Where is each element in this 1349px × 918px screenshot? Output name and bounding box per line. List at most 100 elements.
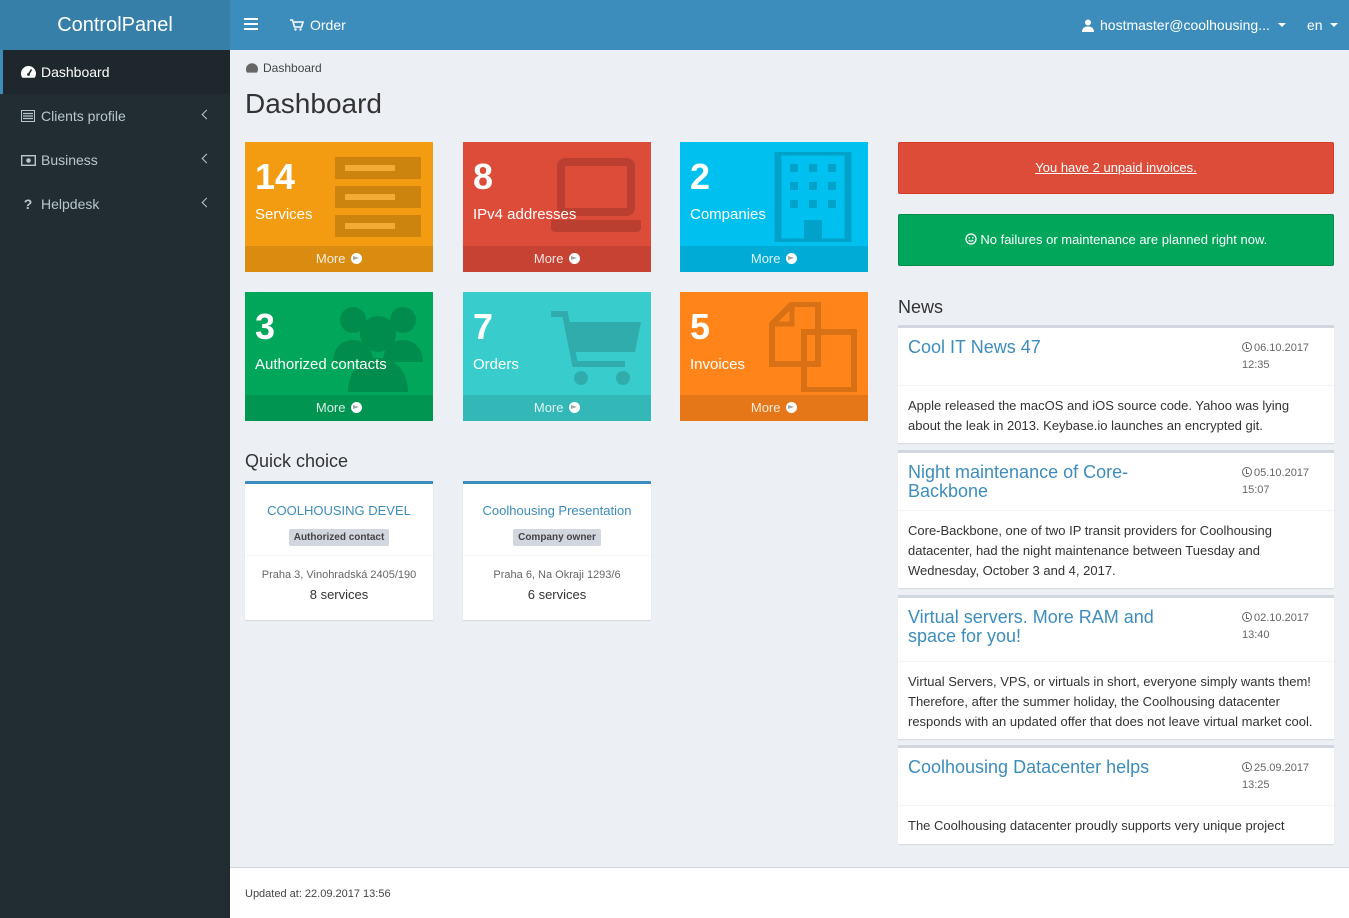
order-link[interactable]: Order	[290, 0, 346, 50]
stat-value: 14	[255, 156, 296, 197]
app-logo[interactable]: ControlPanel	[0, 0, 230, 50]
news-item: Night maintenance of Core-Backbone 05.10…	[898, 450, 1334, 588]
more-link[interactable]: More	[680, 395, 868, 421]
sidebar-item-label: Dashboard	[41, 64, 110, 80]
news-item-text: Core-Backbone, one of two IP transit pro…	[908, 523, 1272, 578]
laptop-icon	[551, 158, 641, 232]
stat-value: 2	[690, 156, 711, 197]
sidebar-item-helpdesk[interactable]: ? Helpdesk	[0, 182, 230, 226]
breadcrumb-item[interactable]: Dashboard	[263, 61, 322, 75]
news-date-value: 02.10.2017	[1254, 612, 1310, 624]
services-count: 6 services	[527, 587, 587, 602]
news-date: 06.10.2017 12:35	[1242, 340, 1309, 374]
sidebar-item-label: Clients profile	[41, 108, 126, 124]
dashboard-icon	[246, 63, 258, 73]
stat-value: 3	[255, 306, 276, 347]
status-alert: No failures or maintenance are planned r…	[898, 214, 1334, 266]
more-label: More	[750, 251, 781, 266]
sidebar-item-dashboard[interactable]: Dashboard	[0, 50, 230, 94]
company-name[interactable]: COOLHOUSING DEVEL	[245, 503, 433, 518]
news-item-text: Apple released the macOS and iOS source …	[908, 398, 1290, 433]
footer-updated: Updated at: 22.09.2017 13:56	[245, 888, 391, 900]
news-time-value: 13:40	[1242, 629, 1270, 641]
news-time-value: 13:25	[1242, 779, 1270, 791]
stat-label: Authorized contacts	[255, 356, 387, 373]
clock-icon	[1242, 342, 1252, 352]
news-date-value: 05.10.2017	[1254, 467, 1310, 479]
news-date-value: 06.10.2017	[1254, 342, 1310, 354]
divider	[245, 555, 433, 556]
news-date-value: 25.09.2017	[1254, 762, 1310, 774]
list-icon	[20, 94, 36, 138]
clock-icon	[1242, 762, 1252, 772]
smile-icon	[965, 233, 977, 245]
more-label: More	[315, 251, 346, 266]
clock-icon	[1242, 467, 1252, 477]
company-name[interactable]: Coolhousing Presentation	[463, 503, 651, 518]
chevron-left-icon	[201, 197, 212, 208]
sidebar-item-clients-profile[interactable]: Clients profile	[0, 94, 230, 138]
news-item: Virtual servers. More RAM and space for …	[898, 595, 1334, 739]
question-icon: ?	[23, 196, 33, 212]
sidebar-item-business[interactable]: Business	[0, 138, 230, 182]
chevron-down-icon	[1329, 23, 1338, 27]
arrow-circle-right-icon	[786, 253, 798, 264]
role-badge: Company owner	[513, 529, 601, 546]
sidebar: Dashboard Clients profile Business ? Hel…	[0, 50, 230, 918]
stat-label: Invoices	[690, 356, 746, 373]
more-link[interactable]: More	[463, 395, 651, 421]
users-icon	[333, 307, 423, 392]
stat-label: Companies	[690, 206, 766, 223]
news-header: Cool IT News 47 06.10.2017 12:35	[898, 328, 1334, 386]
news-date: 05.10.2017 15:07	[1242, 465, 1309, 499]
server-icon	[335, 157, 421, 237]
stat-value: 5	[690, 306, 711, 347]
divider	[463, 555, 651, 556]
news-time-value: 12:35	[1242, 359, 1270, 371]
news-time-value: 15:07	[1242, 484, 1270, 496]
building-icon	[774, 152, 852, 242]
more-label: More	[533, 400, 564, 415]
more-link[interactable]: More	[245, 395, 433, 421]
more-label: More	[315, 400, 346, 415]
more-link[interactable]: More	[680, 246, 868, 272]
quick-choice-card[interactable]: Coolhousing Presentation Company owner P…	[463, 481, 651, 620]
news-header: Night maintenance of Core-Backbone 05.10…	[898, 453, 1334, 511]
news-item-text: The Coolhousing datacenter proudly suppo…	[908, 818, 1285, 833]
stat-label: Services	[255, 206, 313, 223]
services-count: 8 services	[309, 587, 369, 602]
money-icon	[20, 138, 36, 182]
arrow-circle-right-icon	[786, 402, 798, 413]
menu-toggle-icon[interactable]	[244, 15, 258, 35]
news-date: 02.10.2017 13:40	[1242, 610, 1309, 644]
company-address: Praha 3, Vinohradská 2405/190	[261, 569, 417, 581]
news-item-text: Virtual Servers, VPS, or virtuals in sho…	[908, 674, 1313, 729]
files-icon	[769, 302, 857, 392]
chevron-left-icon	[201, 153, 212, 164]
stat-label: Orders	[473, 356, 519, 373]
more-link[interactable]: More	[245, 246, 433, 272]
stat-value: 7	[473, 306, 494, 347]
news-date: 25.09.2017 13:25	[1242, 760, 1309, 794]
unpaid-invoices-alert[interactable]: You have 2 unpaid invoices.	[898, 142, 1334, 194]
arrow-circle-right-icon	[569, 253, 581, 264]
news-item: Cool IT News 47 06.10.2017 12:35 Apple re…	[898, 325, 1334, 443]
arrow-circle-right-icon	[569, 402, 581, 413]
sidebar-item-label: Helpdesk	[41, 196, 100, 212]
unpaid-invoices-link[interactable]: You have 2 unpaid invoices.	[1035, 160, 1196, 175]
cart-icon	[290, 19, 304, 31]
chevron-down-icon	[1277, 23, 1286, 27]
stat-box-ipv4: 8 IPv4 addresses More	[463, 142, 651, 272]
dashboard-icon	[20, 50, 36, 94]
news-header: Coolhousing Datacenter helps 25.09.2017 1…	[898, 748, 1334, 806]
more-link[interactable]: More	[463, 246, 651, 272]
stat-box-companies: 2 Companies More	[680, 142, 868, 272]
breadcrumb: Dashboard	[246, 61, 322, 75]
language-menu[interactable]: en	[1307, 0, 1338, 50]
quick-choice-card[interactable]: COOLHOUSING DEVEL Authorized contact Pra…	[245, 481, 433, 620]
user-menu[interactable]: hostmaster@coolhousing...	[1082, 0, 1286, 50]
page-title: Dashboard	[245, 88, 382, 119]
more-label: More	[750, 400, 781, 415]
more-label: More	[533, 251, 564, 266]
clock-icon	[1242, 612, 1252, 622]
